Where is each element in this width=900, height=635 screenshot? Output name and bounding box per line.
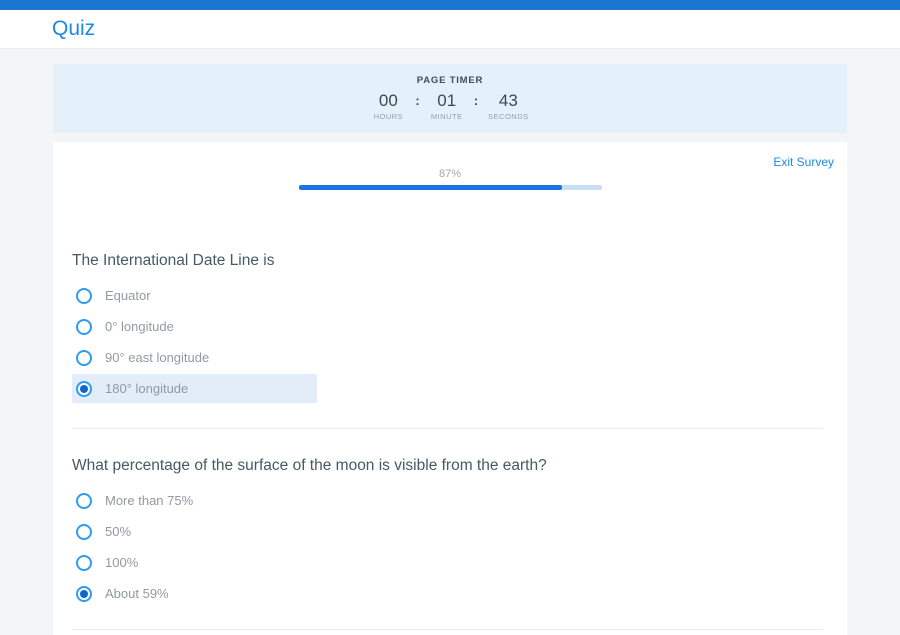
- timer-minutes-column: 01 MINUTE: [430, 91, 464, 121]
- timer-seconds-column: 43 SECONDS: [488, 91, 529, 121]
- option-0-longitude[interactable]: 0° longitude: [72, 312, 317, 341]
- main-area: PAGE TIMER 00 HOURS : 01 MINUTE : 43 SEC…: [0, 49, 900, 635]
- timer-colon: :: [464, 91, 488, 110]
- timer-minutes-label: MINUTE: [431, 112, 463, 121]
- radio-icon[interactable]: [76, 350, 92, 366]
- radio-icon[interactable]: [76, 493, 92, 509]
- timer-colon: :: [405, 91, 429, 110]
- option-label: 50%: [105, 524, 131, 539]
- progress-bar: [299, 185, 602, 190]
- timer-seconds-label: SECONDS: [488, 112, 529, 121]
- question-title: The International Date Line is: [72, 252, 823, 270]
- option-50[interactable]: 50%: [72, 517, 317, 546]
- option-label: 0° longitude: [105, 319, 174, 334]
- progress-section: 87%: [299, 168, 602, 190]
- timer-hours-column: 00 HOURS: [371, 91, 405, 121]
- exit-survey-link[interactable]: Exit Survey: [773, 155, 834, 169]
- option-label: More than 75%: [105, 493, 193, 508]
- option-180-longitude[interactable]: 180° longitude: [72, 374, 317, 403]
- question-2-options: More than 75% 50% 100% About 59%: [72, 486, 823, 608]
- option-label: About 59%: [105, 586, 169, 601]
- bottom-divider: [72, 629, 823, 630]
- timer-hours-label: HOURS: [374, 112, 404, 121]
- questions-container: The International Date Line is Equator 0…: [53, 252, 847, 630]
- timer-seconds-value: 43: [499, 91, 518, 110]
- radio-icon[interactable]: [76, 555, 92, 571]
- progress-percent-label: 87%: [299, 168, 602, 180]
- question-1: The International Date Line is Equator 0…: [72, 252, 823, 403]
- option-label: 90° east longitude: [105, 350, 209, 365]
- option-100[interactable]: 100%: [72, 548, 317, 577]
- timer-minutes-value: 01: [437, 91, 456, 110]
- option-label: Equator: [105, 288, 151, 303]
- timer-display: 00 HOURS : 01 MINUTE : 43 SECONDS: [371, 91, 528, 121]
- option-label: 180° longitude: [105, 381, 188, 396]
- question-title: What percentage of the surface of the mo…: [72, 457, 823, 475]
- question-1-options: Equator 0° longitude 90° east longitude …: [72, 281, 823, 403]
- page-timer-panel: PAGE TIMER 00 HOURS : 01 MINUTE : 43 SEC…: [53, 64, 847, 133]
- question-2: What percentage of the surface of the mo…: [72, 457, 823, 608]
- page-title: Quiz: [52, 17, 95, 41]
- survey-card: Exit Survey 87% The International Date L…: [53, 142, 847, 635]
- progress-bar-fill: [299, 185, 563, 190]
- radio-selected-icon[interactable]: [76, 381, 92, 397]
- option-equator[interactable]: Equator: [72, 281, 317, 310]
- timer-hours-value: 00: [379, 91, 398, 110]
- app-header: Quiz: [0, 10, 900, 49]
- radio-icon[interactable]: [76, 288, 92, 304]
- option-90-east-longitude[interactable]: 90° east longitude: [72, 343, 317, 372]
- question-divider: [72, 428, 823, 429]
- option-more-than-75[interactable]: More than 75%: [72, 486, 317, 515]
- timer-title: PAGE TIMER: [417, 75, 483, 86]
- option-label: 100%: [105, 555, 138, 570]
- radio-icon[interactable]: [76, 319, 92, 335]
- radio-icon[interactable]: [76, 524, 92, 540]
- radio-selected-icon[interactable]: [76, 586, 92, 602]
- brand-top-bar: [0, 0, 900, 10]
- option-about-59[interactable]: About 59%: [72, 579, 317, 608]
